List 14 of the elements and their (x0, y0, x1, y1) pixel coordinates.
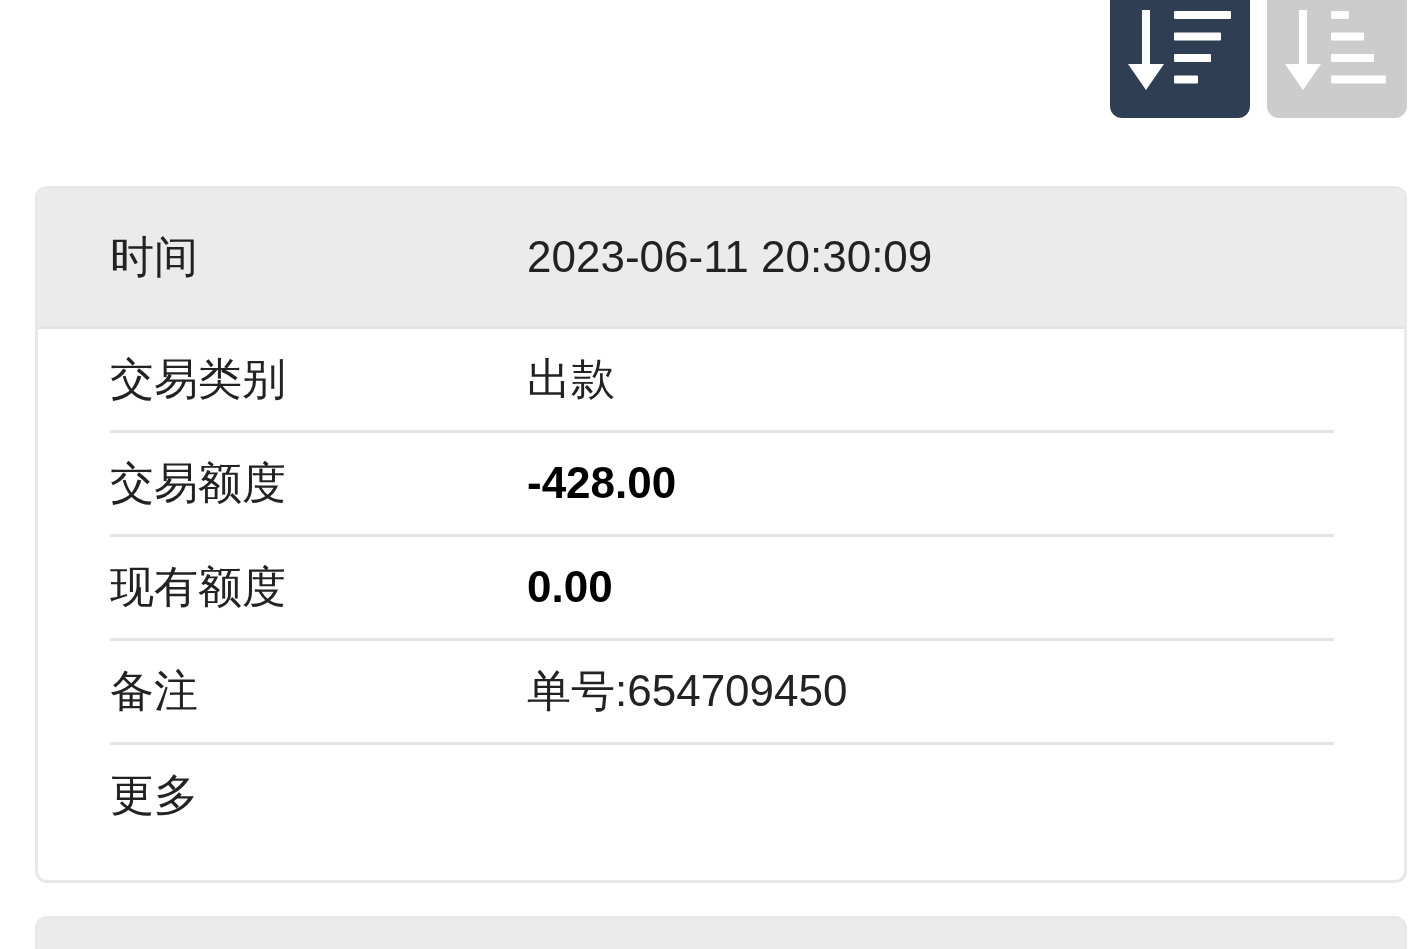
field-value: 出款 (527, 353, 615, 406)
sort-icon (1128, 10, 1232, 90)
field-value: 单号:654709450 (527, 665, 848, 718)
field-value: 2023-06-11 20:30:09 (527, 231, 933, 284)
field-label: 交易额度 (110, 457, 287, 510)
field-label: 交易类别 (110, 353, 287, 406)
field-label: 现有额度 (110, 561, 287, 614)
field-value: 0.00 (527, 561, 613, 614)
field-label: 时间 (110, 231, 199, 284)
sort-button[interactable] (1110, 0, 1250, 118)
field-value: -428.00 (527, 457, 677, 510)
sort-icon (1285, 10, 1389, 90)
field-label: 备注 (110, 665, 199, 718)
field-label: 更多 (110, 769, 199, 822)
